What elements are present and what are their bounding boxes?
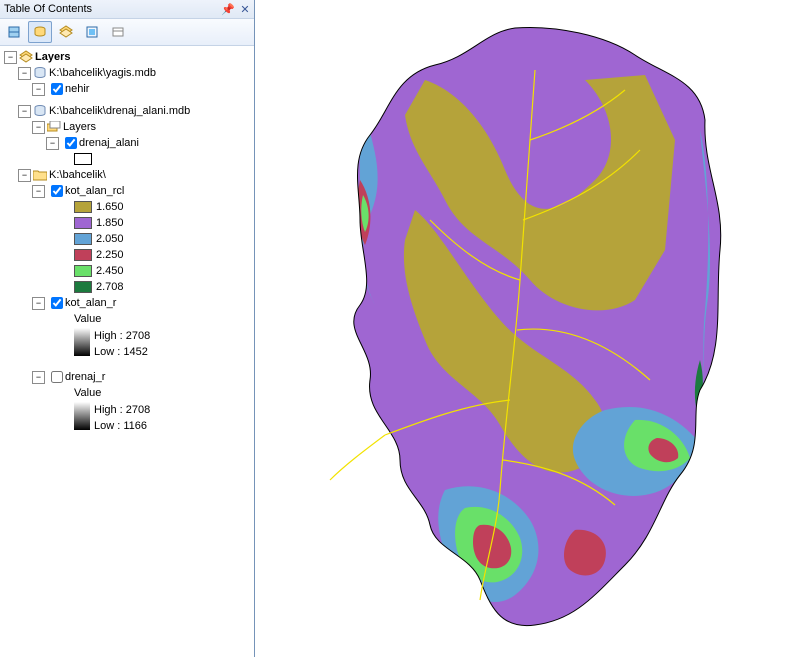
collapse-icon[interactable]: − — [32, 121, 45, 134]
datasource-node[interactable]: − K:\bahcelik\drenaj_alani.mdb — [4, 103, 252, 119]
value-label: Value — [74, 311, 101, 327]
list-by-source-button[interactable] — [28, 21, 52, 43]
datasource-path: K:\bahcelik\ — [49, 167, 106, 183]
list-by-visibility-button[interactable] — [54, 21, 78, 43]
layer-label: kot_alan_r — [65, 295, 116, 311]
datasource-path: K:\bahcelik\yagis.mdb — [49, 65, 156, 81]
value-heading: Value — [4, 385, 252, 401]
geodatabase-icon — [33, 104, 47, 118]
grayscale-ramp — [74, 328, 90, 356]
class-row[interactable]: 1.650 — [4, 199, 252, 215]
layer-visibility-checkbox[interactable] — [51, 371, 63, 383]
collapse-icon[interactable]: − — [32, 83, 45, 96]
layer-node[interactable]: − drenaj_alani — [4, 135, 252, 151]
list-by-drawing-order-button[interactable] — [2, 21, 26, 43]
map-canvas — [305, 20, 735, 640]
map-view[interactable] — [255, 0, 800, 657]
class-swatch — [74, 249, 92, 261]
class-swatch — [74, 217, 92, 229]
collapse-icon[interactable]: − — [18, 67, 31, 80]
close-icon[interactable]: ✕ — [238, 1, 252, 19]
layer-visibility-checkbox[interactable] — [51, 185, 63, 197]
class-row[interactable]: 2.050 — [4, 231, 252, 247]
panel-title: Table Of Contents — [4, 3, 92, 15]
collapse-icon[interactable]: − — [18, 169, 31, 182]
geodatabase-icon — [33, 66, 47, 80]
layer-label: kot_alan_rcl — [65, 183, 124, 199]
class-label: 2.050 — [96, 231, 124, 247]
collapse-icon[interactable]: − — [32, 371, 45, 384]
class-label: 1.650 — [96, 199, 124, 215]
ramp-low: Low : 1452 — [94, 344, 150, 360]
class-swatch — [74, 201, 92, 213]
layers-icon — [19, 50, 33, 64]
grouplayer-icon — [47, 120, 61, 134]
class-label: 1.850 — [96, 215, 124, 231]
layer-node[interactable]: − kot_alan_r — [4, 295, 252, 311]
layer-visibility-checkbox[interactable] — [65, 137, 77, 149]
polygon-swatch — [74, 153, 92, 165]
class-row[interactable]: 2.450 — [4, 263, 252, 279]
list-by-selection-button[interactable] — [80, 21, 104, 43]
value-label: Value — [74, 385, 101, 401]
layer-visibility-checkbox[interactable] — [51, 297, 63, 309]
class-swatch — [74, 281, 92, 293]
dataframe-root[interactable]: − Layers — [4, 49, 252, 65]
folder-icon — [33, 168, 47, 182]
toc-panel: Table Of Contents 📌 ✕ − Layers — [0, 0, 255, 657]
symbol-node[interactable] — [4, 151, 252, 167]
ramp-high: High : 2708 — [94, 402, 150, 418]
toc-toolbar — [0, 19, 254, 46]
layer-node[interactable]: − drenaj_r — [4, 369, 252, 385]
class-swatch — [74, 265, 92, 277]
dataframe-label: Layers — [35, 49, 70, 65]
stretch-ramp: High : 2708 Low : 1452 — [4, 327, 252, 359]
class-row[interactable]: 2.708 — [4, 279, 252, 295]
layer-label: drenaj_alani — [79, 135, 139, 151]
group-node[interactable]: − Layers — [4, 119, 252, 135]
toc-tree: − Layers − K:\bahcelik\yagis.mdb − nehir… — [0, 46, 254, 436]
ramp-low: Low : 1166 — [94, 418, 150, 434]
collapse-icon[interactable]: − — [18, 105, 31, 118]
grayscale-ramp — [74, 402, 90, 430]
group-label: Layers — [63, 119, 96, 135]
ramp-high: High : 2708 — [94, 328, 150, 344]
layer-label: drenaj_r — [65, 369, 105, 385]
panel-title-bar: Table Of Contents 📌 ✕ — [0, 0, 254, 19]
collapse-icon[interactable]: − — [32, 297, 45, 310]
layer-visibility-checkbox[interactable] — [51, 83, 63, 95]
collapse-icon[interactable]: − — [46, 137, 59, 150]
datasource-path: K:\bahcelik\drenaj_alani.mdb — [49, 103, 190, 119]
options-button[interactable] — [106, 21, 130, 43]
stretch-ramp: High : 2708 Low : 1166 — [4, 401, 252, 433]
pin-icon[interactable]: 📌 — [221, 1, 235, 19]
class-label: 2.708 — [96, 279, 124, 295]
collapse-icon[interactable]: − — [4, 51, 17, 64]
datasource-node[interactable]: − K:\bahcelik\ — [4, 167, 252, 183]
class-label: 2.250 — [96, 247, 124, 263]
layer-label: nehir — [65, 81, 89, 97]
class-row[interactable]: 2.250 — [4, 247, 252, 263]
value-heading: Value — [4, 311, 252, 327]
collapse-icon[interactable]: − — [32, 185, 45, 198]
layer-node[interactable]: − kot_alan_rcl — [4, 183, 252, 199]
layer-node[interactable]: − nehir — [4, 81, 252, 97]
class-row[interactable]: 1.850 — [4, 215, 252, 231]
datasource-node[interactable]: − K:\bahcelik\yagis.mdb — [4, 65, 252, 81]
class-swatch — [74, 233, 92, 245]
class-label: 2.450 — [96, 263, 124, 279]
